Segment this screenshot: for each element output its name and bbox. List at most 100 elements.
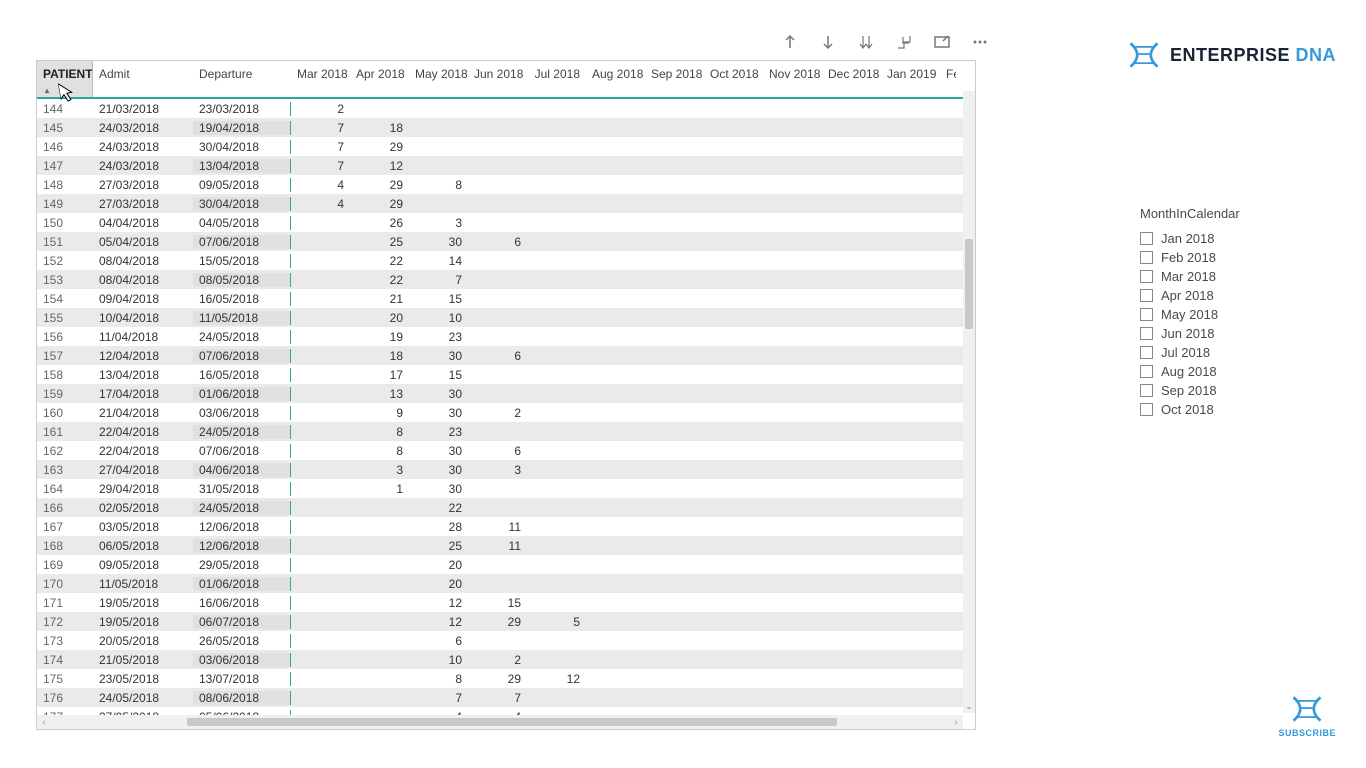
- scroll-thumb[interactable]: [187, 718, 837, 726]
- header-month[interactable]: Jan 2019: [881, 61, 940, 97]
- slicer-item[interactable]: Jun 2018: [1140, 324, 1320, 343]
- cell-patient: 162: [37, 444, 93, 458]
- table-row[interactable]: 16602/05/201824/05/201822: [37, 498, 975, 517]
- header-month[interactable]: Nov 2018: [763, 61, 822, 97]
- table-row[interactable]: 17119/05/201816/06/20181215: [37, 593, 975, 612]
- table-row[interactable]: 14421/03/201823/03/20182: [37, 99, 975, 118]
- table-row[interactable]: 17624/05/201808/06/201877: [37, 688, 975, 707]
- table-row[interactable]: 14927/03/201830/04/2018429: [37, 194, 975, 213]
- table-row[interactable]: 14827/03/201809/05/20184298: [37, 175, 975, 194]
- header-month[interactable]: Sep 2018: [645, 61, 704, 97]
- scroll-down-arrow[interactable]: ⌄: [963, 699, 975, 713]
- checkbox-icon[interactable]: [1140, 384, 1153, 397]
- patient-matrix[interactable]: PATIENT Admit Departure Mar 2018Apr 2018…: [36, 60, 976, 730]
- cell-value: 8: [409, 178, 468, 192]
- table-row[interactable]: 14624/03/201830/04/2018729: [37, 137, 975, 156]
- checkbox-icon[interactable]: [1140, 232, 1153, 245]
- header-month[interactable]: May 2018: [409, 61, 468, 97]
- table-row[interactable]: 14724/03/201813/04/2018712: [37, 156, 975, 175]
- header-month[interactable]: Apr 2018: [350, 61, 409, 97]
- table-row[interactable]: 16021/04/201803/06/20189302: [37, 403, 975, 422]
- header-month[interactable]: Oct 2018: [704, 61, 763, 97]
- table-row[interactable]: 15105/04/201807/06/201825306: [37, 232, 975, 251]
- slicer-item[interactable]: Feb 2018: [1140, 248, 1320, 267]
- subscribe-button[interactable]: SUBSCRIBE: [1278, 694, 1336, 738]
- table-row[interactable]: 16122/04/201824/05/2018823: [37, 422, 975, 441]
- slicer-item[interactable]: May 2018: [1140, 305, 1320, 324]
- scroll-left-arrow[interactable]: ‹: [37, 715, 51, 729]
- cell-patient: 154: [37, 292, 93, 306]
- expand-all-icon[interactable]: [894, 32, 914, 52]
- slicer-item-label: Apr 2018: [1161, 288, 1214, 303]
- header-month[interactable]: Jun 2018: [468, 61, 527, 97]
- header-patient[interactable]: PATIENT: [37, 61, 93, 97]
- month-slicer[interactable]: MonthInCalendar Jan 2018Feb 2018Mar 2018…: [1140, 206, 1320, 449]
- header-month[interactable]: Dec 2018: [822, 61, 881, 97]
- drill-up-icon[interactable]: [780, 32, 800, 52]
- slicer-item[interactable]: Apr 2018: [1140, 286, 1320, 305]
- cell-patient: 144: [37, 102, 93, 116]
- scroll-thumb[interactable]: [965, 239, 973, 329]
- checkbox-icon[interactable]: [1140, 403, 1153, 416]
- cell-value: 10: [409, 653, 468, 667]
- expand-down-icon[interactable]: [856, 32, 876, 52]
- table-row[interactable]: 15813/04/201816/05/20181715: [37, 365, 975, 384]
- cell-value: 3: [350, 463, 409, 477]
- table-row[interactable]: 16909/05/201829/05/201820: [37, 555, 975, 574]
- cell-departure: 08/06/2018: [193, 691, 291, 705]
- checkbox-icon[interactable]: [1140, 289, 1153, 302]
- scroll-right-arrow[interactable]: ›: [949, 715, 963, 729]
- table-row[interactable]: 15208/04/201815/05/20182214: [37, 251, 975, 270]
- slicer-item[interactable]: Sep 2018: [1140, 381, 1320, 400]
- checkbox-icon[interactable]: [1140, 327, 1153, 340]
- table-row[interactable]: 16703/05/201812/06/20182811: [37, 517, 975, 536]
- table-row[interactable]: 17421/05/201803/06/2018102: [37, 650, 975, 669]
- drill-down-icon[interactable]: [818, 32, 838, 52]
- horizontal-scrollbar[interactable]: ‹ ›: [37, 715, 963, 729]
- cell-patient: 174: [37, 653, 93, 667]
- table-row[interactable]: 15004/04/201804/05/2018263: [37, 213, 975, 232]
- cell-departure: 24/05/2018: [193, 425, 291, 439]
- cell-value: 20: [409, 558, 468, 572]
- slicer-item[interactable]: Jan 2018: [1140, 229, 1320, 248]
- table-row[interactable]: 16429/04/201831/05/2018130: [37, 479, 975, 498]
- header-month[interactable]: Jul 2018: [527, 61, 586, 97]
- vertical-scrollbar[interactable]: ⌄: [963, 91, 975, 713]
- table-row[interactable]: 17219/05/201806/07/201812295: [37, 612, 975, 631]
- slicer-item-label: Jun 2018: [1161, 326, 1215, 341]
- slicer-item[interactable]: Mar 2018: [1140, 267, 1320, 286]
- cell-departure: 16/05/2018: [193, 368, 291, 382]
- focus-mode-icon[interactable]: [932, 32, 952, 52]
- table-row[interactable]: 15510/04/201811/05/20182010: [37, 308, 975, 327]
- checkbox-icon[interactable]: [1140, 365, 1153, 378]
- table-row[interactable]: 17011/05/201801/06/201820: [37, 574, 975, 593]
- more-options-icon[interactable]: [970, 32, 990, 52]
- cell-value: 30: [409, 387, 468, 401]
- table-row[interactable]: 15308/04/201808/05/2018227: [37, 270, 975, 289]
- slicer-item[interactable]: Jul 2018: [1140, 343, 1320, 362]
- header-overflow[interactable]: Fe: [940, 61, 956, 97]
- table-row[interactable]: 17320/05/201826/05/20186: [37, 631, 975, 650]
- table-row[interactable]: 17523/05/201813/07/201882912: [37, 669, 975, 688]
- header-month[interactable]: Mar 2018: [291, 61, 350, 97]
- header-admit[interactable]: Admit: [93, 61, 193, 97]
- table-row[interactable]: 15409/04/201816/05/20182115: [37, 289, 975, 308]
- table-row[interactable]: 15917/04/201801/06/20181330: [37, 384, 975, 403]
- matrix-body[interactable]: 14421/03/201823/03/2018214524/03/201819/…: [37, 99, 975, 727]
- cell-value: 23: [409, 330, 468, 344]
- slicer-item[interactable]: Aug 2018: [1140, 362, 1320, 381]
- slicer-item[interactable]: Oct 2018: [1140, 400, 1320, 419]
- checkbox-icon[interactable]: [1140, 308, 1153, 321]
- table-row[interactable]: 15611/04/201824/05/20181923: [37, 327, 975, 346]
- table-row[interactable]: 14524/03/201819/04/2018718: [37, 118, 975, 137]
- header-departure[interactable]: Departure: [193, 61, 291, 97]
- checkbox-icon[interactable]: [1140, 251, 1153, 264]
- table-row[interactable]: 16806/05/201812/06/20182511: [37, 536, 975, 555]
- header-month[interactable]: Aug 2018: [586, 61, 645, 97]
- table-row[interactable]: 15712/04/201807/06/201818306: [37, 346, 975, 365]
- checkbox-icon[interactable]: [1140, 270, 1153, 283]
- table-row[interactable]: 16222/04/201807/06/20188306: [37, 441, 975, 460]
- visual-toolbar: [780, 32, 990, 52]
- table-row[interactable]: 16327/04/201804/06/20183303: [37, 460, 975, 479]
- checkbox-icon[interactable]: [1140, 346, 1153, 359]
